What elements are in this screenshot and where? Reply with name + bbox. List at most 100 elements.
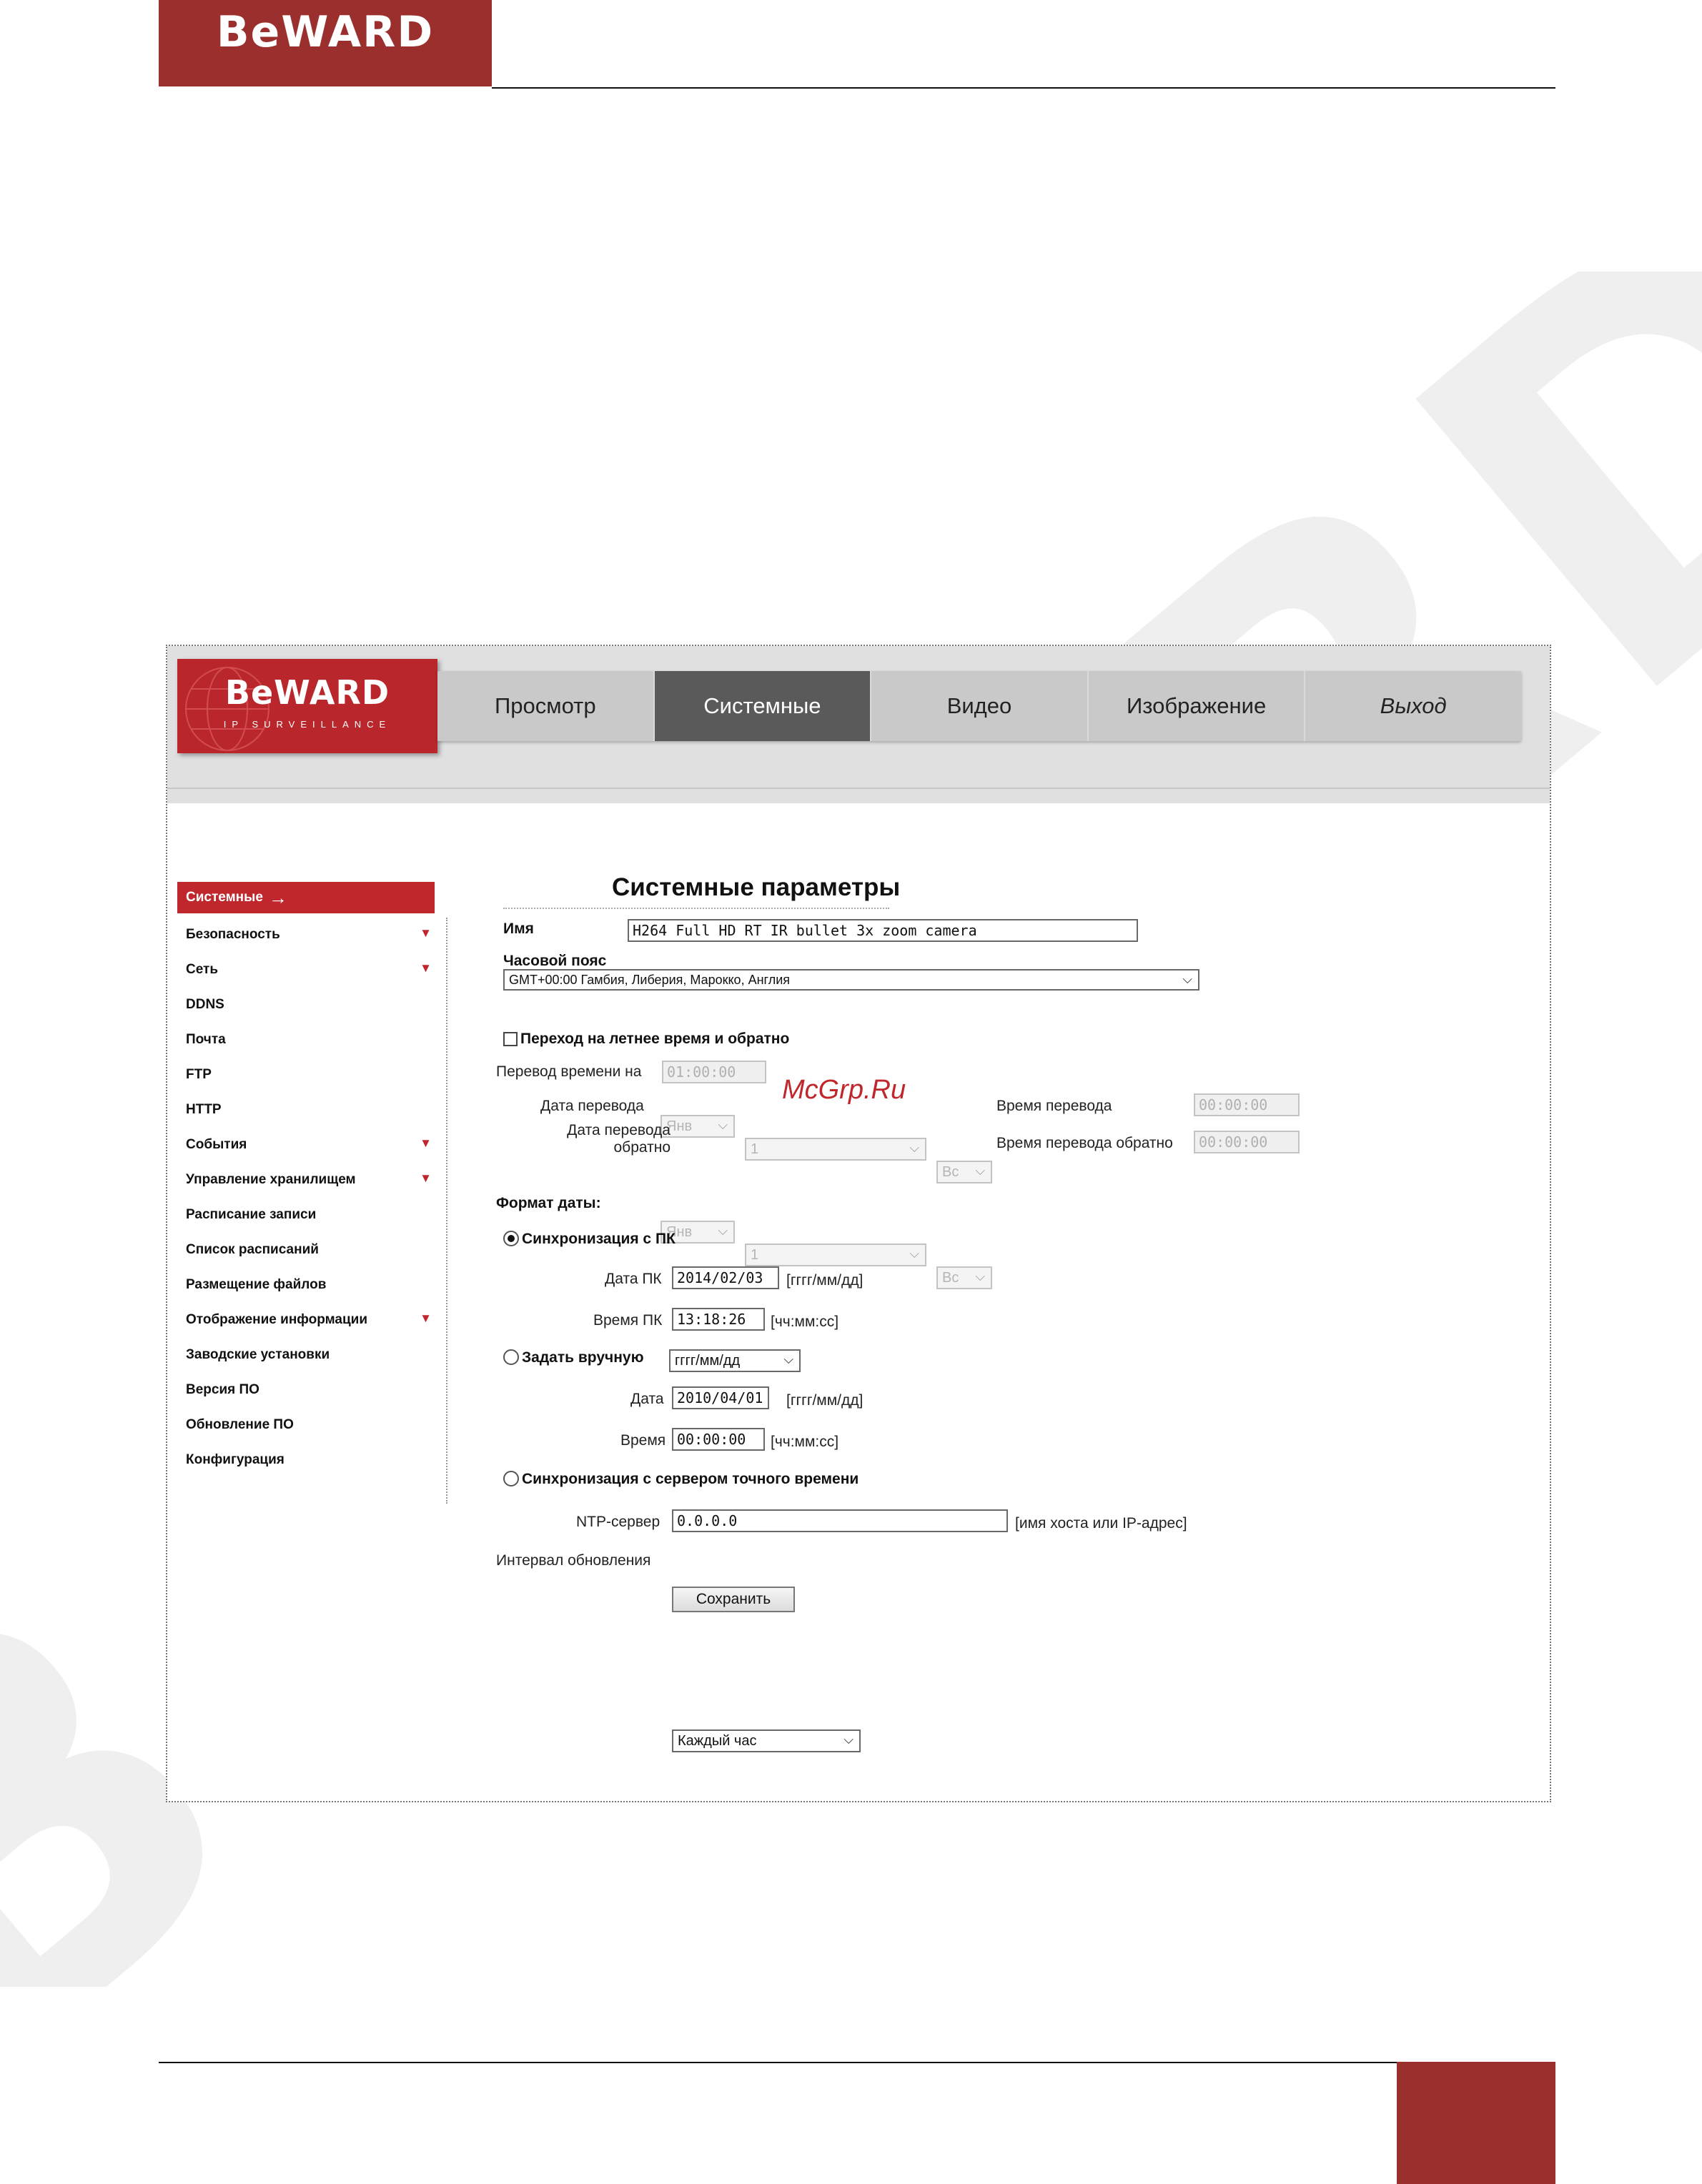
title-underline bbox=[503, 908, 889, 909]
tab-video[interactable]: Видео bbox=[871, 671, 1089, 741]
expand-triangle-icon: ▼ bbox=[420, 926, 432, 940]
pc-time-input[interactable]: 13:18:26 bbox=[672, 1308, 765, 1331]
shift-input[interactable]: 01:00:00 bbox=[662, 1061, 766, 1083]
tab-view[interactable]: Просмотр bbox=[437, 671, 655, 741]
sidebar-item-label: Обновление ПО bbox=[186, 1416, 294, 1432]
time-hint: [чч:мм:сс] bbox=[771, 1434, 839, 1450]
pc-time-label: Время ПК bbox=[593, 1312, 663, 1329]
sidebar-item-info-display[interactable]: Отображение информации ▼ bbox=[177, 1302, 435, 1337]
sidebar-item-label: Отображение информации bbox=[186, 1311, 368, 1327]
chevron-down-icon: ⌵ bbox=[783, 1352, 793, 1366]
weekday-value: Вс bbox=[942, 1163, 959, 1180]
interval-value: Каждый час bbox=[678, 1732, 757, 1749]
sidebar-item-file-location[interactable]: Размещение файлов bbox=[177, 1267, 435, 1302]
sidebar-item-security[interactable]: Безопасность ▼ bbox=[177, 917, 435, 952]
expand-triangle-icon: ▼ bbox=[420, 1171, 432, 1185]
sidebar-item-label: Заводские установки bbox=[186, 1346, 330, 1362]
sidebar-item-firmware-update[interactable]: Обновление ПО bbox=[177, 1407, 435, 1442]
pc-date-label: Дата ПК bbox=[605, 1271, 662, 1287]
date-hint: [гггг/мм/дд] bbox=[786, 1392, 864, 1409]
sidebar-item-record-schedule[interactable]: Расписание записи bbox=[177, 1197, 435, 1232]
weekday-value: Вс bbox=[942, 1269, 959, 1286]
sidebar-item-label: Системные bbox=[186, 890, 263, 905]
time-back-input[interactable]: 00:00:00 bbox=[1194, 1131, 1300, 1153]
sidebar-item-label: Версия ПО bbox=[186, 1381, 259, 1397]
sidebar-item-schedule-list[interactable]: Список расписаний bbox=[177, 1232, 435, 1267]
date-back-weekday-select[interactable]: Вс ⌵ bbox=[936, 1266, 992, 1289]
dst-checkbox[interactable] bbox=[503, 1032, 518, 1046]
sidebar-item-label: DDNS bbox=[186, 996, 224, 1012]
manual-radio[interactable] bbox=[503, 1349, 519, 1365]
sidebar-item-ftp[interactable]: FTP bbox=[177, 1057, 435, 1092]
date-back-day-select[interactable]: 1 ⌵ bbox=[745, 1244, 926, 1266]
name-label: Имя bbox=[503, 920, 534, 937]
sidebar-item-label: FTP bbox=[186, 1066, 212, 1082]
chevron-down-icon: ⌵ bbox=[718, 1223, 728, 1238]
sidebar-item-label: Расписание записи bbox=[186, 1206, 317, 1222]
ntp-sync-label: Синхронизация с сервером точного времени bbox=[522, 1471, 859, 1487]
tab-system[interactable]: Системные bbox=[654, 671, 872, 741]
ntp-server-input[interactable]: 0.0.0.0 bbox=[672, 1509, 1008, 1532]
expand-triangle-icon: ▼ bbox=[420, 1311, 432, 1325]
sidebar-item-system[interactable]: Системные → bbox=[177, 882, 435, 913]
camera-logo-subtitle: IP SURVEILLANCE bbox=[223, 719, 392, 730]
ntp-sync-radio[interactable] bbox=[503, 1471, 519, 1486]
tab-logout[interactable]: Выход bbox=[1305, 671, 1521, 741]
date-label: Дата bbox=[630, 1391, 664, 1407]
sidebar-divider bbox=[446, 918, 447, 1504]
camera-name-input[interactable]: H264 Full HD RT IR bullet 3x zoom camera bbox=[628, 919, 1138, 942]
interval-select[interactable]: Каждый час ⌵ bbox=[672, 1729, 861, 1752]
chevron-down-icon: ⌵ bbox=[909, 1246, 919, 1261]
shift-label: Перевод времени на bbox=[496, 1063, 642, 1080]
interval-label: Интервал обновления bbox=[496, 1552, 651, 1569]
time-shift-label: Время перевода bbox=[996, 1098, 1112, 1114]
expand-triangle-icon: ▼ bbox=[420, 1136, 432, 1150]
pc-time-hint: [чч:мм:сс] bbox=[771, 1314, 839, 1330]
pc-date-input[interactable]: 2014/02/03 bbox=[672, 1266, 779, 1289]
sync-pc-radio[interactable] bbox=[503, 1231, 519, 1246]
sidebar-item-mail[interactable]: Почта bbox=[177, 1022, 435, 1057]
timezone-select[interactable]: GMT+00:00 Гамбия, Либерия, Марокко, Англ… bbox=[503, 969, 1199, 991]
chevron-down-icon: ⌵ bbox=[975, 1269, 985, 1284]
expand-triangle-icon: ▼ bbox=[420, 961, 432, 975]
date-back-label: Дата перевода обратно bbox=[567, 1122, 671, 1156]
tab-image[interactable]: Изображение bbox=[1089, 671, 1306, 741]
chevron-down-icon: ⌵ bbox=[975, 1163, 985, 1178]
sidebar-item-http[interactable]: HTTP bbox=[177, 1092, 435, 1127]
sidebar-item-label: Конфигурация bbox=[186, 1451, 285, 1467]
footer-page-block bbox=[1397, 2062, 1555, 2184]
date-format-value: гггг/мм/дд bbox=[675, 1352, 741, 1369]
timezone-label: Часовой пояс bbox=[503, 953, 607, 969]
mcgrp-watermark: McGrp.Ru bbox=[782, 1075, 906, 1105]
sidebar-item-label: Управление хранилищем bbox=[186, 1171, 356, 1187]
save-button[interactable]: Сохранить bbox=[672, 1587, 795, 1612]
sidebar-item-factory-default[interactable]: Заводские установки bbox=[177, 1337, 435, 1372]
sidebar-item-network[interactable]: Сеть ▼ bbox=[177, 952, 435, 987]
sidebar-item-storage[interactable]: Управление хранилищем ▼ bbox=[177, 1162, 435, 1197]
date-shift-day-select[interactable]: 1 ⌵ bbox=[745, 1138, 926, 1161]
date-shift-month-select[interactable]: Янв ⌵ bbox=[660, 1115, 735, 1138]
sidebar-item-events[interactable]: События ▼ bbox=[177, 1127, 435, 1162]
camera-web-interface: BeWARD IP SURVEILLANCE Просмотр Системны… bbox=[166, 645, 1551, 1802]
time-shift-input[interactable]: 00:00:00 bbox=[1194, 1093, 1300, 1116]
sidebar-item-ddns[interactable]: DDNS bbox=[177, 987, 435, 1022]
timezone-value: GMT+00:00 Гамбия, Либерия, Марокко, Англ… bbox=[509, 972, 790, 987]
date-format-label: Формат даты: bbox=[496, 1195, 601, 1211]
time-input[interactable]: 00:00:00 bbox=[672, 1428, 765, 1451]
sidebar: Системные → Безопасность ▼ Сеть ▼ DDNS Поч… bbox=[177, 882, 435, 1477]
beward-logo: BeWARD bbox=[216, 7, 435, 57]
day-value: 1 bbox=[751, 1246, 759, 1263]
date-format-select[interactable]: гггг/мм/дд ⌵ bbox=[669, 1349, 801, 1372]
manual-label: Задать вручную bbox=[522, 1349, 644, 1366]
sidebar-item-firmware-version[interactable]: Версия ПО bbox=[177, 1372, 435, 1407]
date-shift-label: Дата перевода bbox=[540, 1098, 644, 1114]
dst-label: Переход на летнее время и обратно bbox=[520, 1031, 790, 1047]
sidebar-item-label: События bbox=[186, 1136, 247, 1152]
header-rule bbox=[492, 87, 1555, 89]
pc-date-hint: [гггг/мм/дд] bbox=[786, 1272, 864, 1289]
sidebar-item-configuration[interactable]: Конфигурация bbox=[177, 1442, 435, 1477]
chevron-down-icon: ⌵ bbox=[1182, 972, 1192, 986]
chevron-down-icon: ⌵ bbox=[718, 1118, 728, 1132]
date-input[interactable]: 2010/04/01 bbox=[672, 1386, 769, 1409]
date-shift-weekday-select[interactable]: Вс ⌵ bbox=[936, 1161, 992, 1183]
